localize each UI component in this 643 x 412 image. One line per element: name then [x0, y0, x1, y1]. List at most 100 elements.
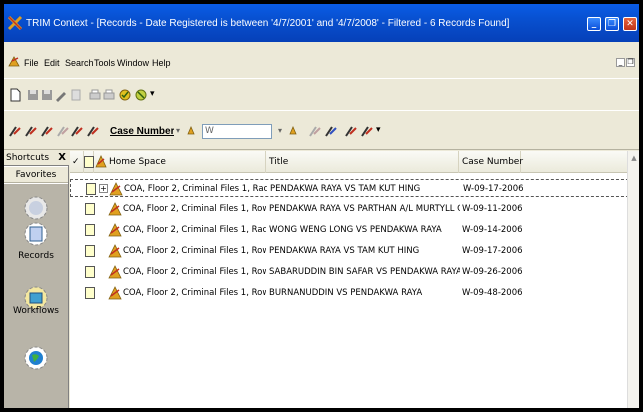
filter-disabled-icon[interactable] — [308, 124, 322, 138]
cell-case-number: W-09-11-2006 — [462, 204, 523, 214]
globe-icon — [24, 346, 48, 370]
app-window: TRIM Context - [Records - Date Registere… — [4, 4, 639, 408]
table-row[interactable]: COA, Floor 2, Criminal Files 1, Row 3, S… — [70, 242, 639, 260]
save-icon[interactable] — [26, 88, 40, 102]
column-home-space-label: Home Space — [109, 157, 166, 167]
document-menu-icon[interactable] — [8, 55, 21, 68]
edit-pen-icon[interactable] — [54, 88, 68, 102]
search-tag-icon[interactable] — [24, 124, 38, 138]
menu-file[interactable]: File — [24, 58, 39, 68]
shortcuts-group: Records Workflows — [4, 184, 68, 408]
trim-app-icon — [7, 15, 23, 31]
search-field-dropdown[interactable]: ▾ — [174, 124, 202, 139]
location-icon — [109, 182, 123, 196]
record-document-icon — [85, 287, 95, 299]
table-row[interactable]: COA, Floor 2, Criminal Files 1, Row 5, S… — [70, 284, 639, 302]
column-home-space[interactable]: Home Space — [94, 151, 266, 173]
shortcut-records[interactable]: Records — [4, 220, 68, 261]
filter-icon[interactable] — [324, 124, 338, 138]
copy-icon[interactable] — [70, 88, 84, 102]
search-next-icon[interactable] — [70, 124, 84, 138]
records-icon — [24, 222, 48, 246]
column-title-label: Title — [269, 157, 289, 167]
mdi-minimize-button[interactable]: _ — [616, 58, 625, 67]
search-value-input[interactable]: W — [202, 124, 272, 139]
search-value-dropdown[interactable]: ▾ — [276, 124, 306, 139]
records-grid: ✓ Home Space Title Case Number + COA, Flo… — [70, 151, 639, 408]
toolbar-dropdown-icon[interactable]: ▾ — [150, 89, 164, 103]
select-all-column[interactable]: ✓ — [70, 151, 84, 173]
cell-home-space: COA, Floor 2, Criminal Files 1, Row 3, S… — [123, 267, 266, 277]
vertical-scrollbar[interactable]: ▲ — [627, 151, 639, 408]
shortcut-workflows[interactable]: Workflows — [4, 306, 68, 316]
check-in-icon[interactable] — [118, 88, 132, 102]
record-document-icon — [85, 266, 95, 278]
search-record-icon[interactable] — [8, 124, 22, 138]
menu-window[interactable]: Window — [117, 58, 149, 68]
grid-header: ✓ Home Space Title Case Number — [70, 151, 639, 173]
mdi-restore-button[interactable]: ❐ — [626, 58, 635, 67]
shortcut-workflows-label: Workflows — [12, 306, 59, 316]
record-document-icon — [85, 203, 95, 215]
location-column-icon — [95, 155, 107, 168]
cell-case-number: W-09-17-2006 — [462, 246, 523, 256]
table-row[interactable]: COA, Floor 2, Criminal Files 1, Row 1, S… — [70, 200, 639, 218]
record-document-icon — [85, 224, 95, 236]
new-document-icon[interactable] — [8, 88, 22, 102]
shortcut-globe[interactable] — [4, 344, 68, 375]
expand-icon[interactable]: + — [99, 184, 108, 193]
column-title[interactable]: Title — [266, 151, 459, 173]
table-row[interactable]: COA, Floor 2, Criminal Files 1, Rack 7, … — [70, 221, 639, 239]
table-row[interactable]: COA, Floor 2, Criminal Files 1, Row 3, S… — [70, 263, 639, 281]
close-button[interactable]: ✕ — [623, 17, 637, 31]
cell-title: PENDAKWA RAYA VS PARTHAN A/L MURTYLL GOP… — [269, 204, 460, 214]
record-document-icon — [85, 245, 95, 257]
search-filter-icon[interactable] — [40, 124, 54, 138]
dropdown-arrow-icon: ▾ — [278, 126, 283, 135]
shortcuts-header: Shortcuts X — [4, 151, 69, 166]
shortcuts-close-button[interactable]: X — [58, 152, 66, 163]
cell-case-number: W-09-14-2006 — [462, 225, 523, 235]
print-icon[interactable] — [88, 88, 102, 102]
search-field-label[interactable]: Case Number — [110, 126, 174, 137]
cell-title: PENDAKWA RAYA VS TAM KUT HING — [269, 246, 420, 256]
minimize-button[interactable]: _ — [587, 17, 601, 31]
toolbar-dropdown-icon[interactable]: ▾ — [376, 125, 390, 139]
search-disabled-icon[interactable] — [56, 124, 70, 138]
cell-home-space: COA, Floor 2, Criminal Files 1, Row 3, S… — [123, 246, 266, 256]
menu-tools[interactable]: Tools — [94, 58, 115, 68]
cell-home-space: COA, Floor 2, Criminal Files 1, Rack 7, … — [123, 225, 266, 235]
blank-shortcut-icon — [24, 196, 48, 220]
window-title: TRIM Context - [Records - Date Registere… — [26, 18, 510, 29]
print-preview-icon[interactable] — [102, 88, 116, 102]
shortcuts-panel: Shortcuts X Favorites Records Workflows — [4, 151, 69, 408]
check-out-icon[interactable] — [134, 88, 148, 102]
location-icon — [108, 202, 122, 216]
pin-icon — [289, 126, 297, 135]
shortcuts-title: Shortcuts — [6, 153, 50, 163]
location-icon — [108, 265, 122, 279]
sort-icon[interactable] — [344, 124, 358, 138]
search-toolbar: Case Number ▾ W ▾ ▾ — [4, 110, 639, 150]
scroll-up-arrow-icon[interactable]: ▲ — [628, 151, 639, 165]
record-document-icon — [86, 183, 96, 195]
title-bar[interactable]: TRIM Context - [Records - Date Registere… — [4, 4, 639, 42]
search-last-icon[interactable] — [86, 124, 100, 138]
cell-title: BURNANUDDIN VS PENDAKWA RAYA — [269, 288, 423, 298]
location-icon — [108, 244, 122, 258]
menu-search[interactable]: Search — [65, 58, 94, 68]
location-icon — [108, 223, 122, 237]
sort-desc-icon[interactable] — [360, 124, 374, 138]
type-column[interactable] — [84, 151, 94, 173]
restore-button[interactable]: ❐ — [605, 17, 619, 31]
cell-title: WONG WENG LONG VS PENDAKWA RAYA — [269, 225, 442, 235]
menu-help[interactable]: Help — [152, 58, 171, 68]
save-all-icon[interactable] — [40, 88, 54, 102]
document-column-icon — [84, 156, 94, 168]
table-row[interactable]: + COA, Floor 2, Criminal Files 1, Rack 7,… — [70, 179, 639, 197]
column-case-number[interactable]: Case Number — [459, 151, 523, 173]
pin-icon — [187, 126, 195, 135]
menu-edit[interactable]: Edit — [44, 58, 60, 68]
favorites-button[interactable]: Favorites — [4, 167, 68, 183]
menu-bar: File Edit Search Tools Window Help _ ❐ — [4, 42, 639, 78]
